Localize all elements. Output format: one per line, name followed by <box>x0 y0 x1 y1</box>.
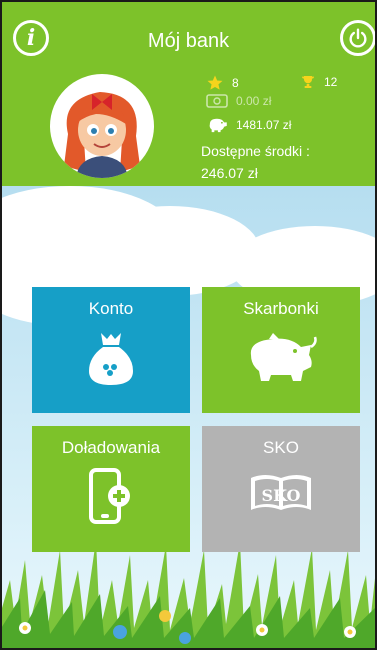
tile-label: SKO <box>263 438 299 457</box>
account-tile[interactable]: Konto <box>32 287 190 413</box>
piggy-banks-tile[interactable]: Skarbonki <box>202 287 360 413</box>
top-ups-tile[interactable]: Doładowania <box>32 426 190 552</box>
sko-book-icon: SKO <box>202 472 360 512</box>
sko-tile[interactable]: SKO SKO <box>202 426 360 552</box>
avatar[interactable] <box>50 74 154 178</box>
stars-counter: 8 <box>206 74 239 92</box>
piggy-bank-icon <box>202 333 360 385</box>
tile-label: Konto <box>88 299 134 318</box>
piggy-balance: 1481.07 zł <box>206 117 291 133</box>
app-screen: i Mój bank 8 12 0.00 zł 1481.07 zł Dostę… <box>0 0 377 650</box>
stats-panel: 8 12 0.00 zł 1481.07 zł Dostępne środki … <box>200 70 370 185</box>
star-icon <box>207 75 223 90</box>
trophy-counter: 12 <box>300 74 337 90</box>
banknote-icon <box>206 94 228 108</box>
svg-text:SKO: SKO <box>262 486 301 505</box>
tile-label: Doładowania <box>61 438 161 457</box>
available-funds-label: Dostępne środki : <box>201 143 310 159</box>
money-bag-icon <box>32 331 190 387</box>
power-icon[interactable] <box>340 20 376 56</box>
piggy-bank-icon <box>209 118 227 133</box>
phone-topup-icon <box>32 468 190 526</box>
tile-label: Skarbonki <box>243 299 319 318</box>
page-title: Mój bank <box>147 30 230 52</box>
cash-balance: 0.00 zł <box>206 94 271 108</box>
sky-background <box>0 186 377 650</box>
header: i Mój bank 8 12 0.00 zł 1481.07 zł Dostę… <box>0 0 377 186</box>
trophy-icon <box>302 76 314 88</box>
available-funds-value: 246.07 zł <box>201 165 258 181</box>
